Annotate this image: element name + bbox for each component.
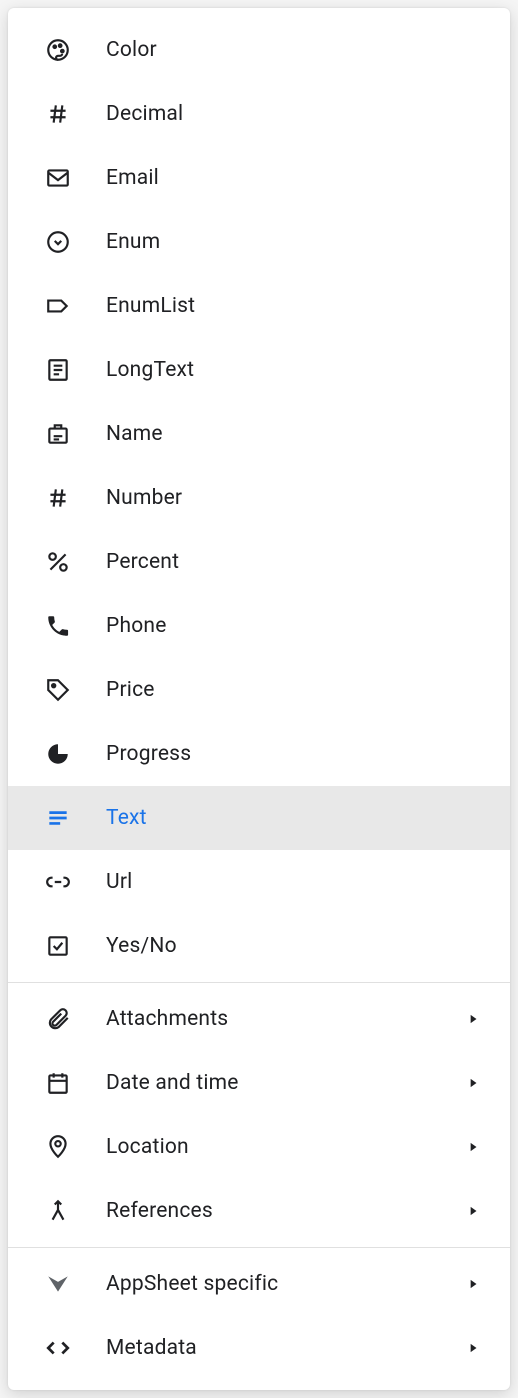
menu-item-text[interactable]: Text xyxy=(8,786,510,850)
percent-icon xyxy=(44,548,72,576)
chevron-right-icon xyxy=(464,1138,482,1156)
menu-item-decimal[interactable]: Decimal xyxy=(8,82,510,146)
type-selector-menu: Color Decimal Email Enum EnumList LongTe… xyxy=(8,8,510,1390)
chevron-right-icon xyxy=(464,1339,482,1357)
chevron-right-icon xyxy=(464,1010,482,1028)
menu-group-datetime[interactable]: Date and time xyxy=(8,1051,510,1115)
menu-item-label: Email xyxy=(106,166,494,190)
menu-item-label: Enum xyxy=(106,230,494,254)
menu-item-label: Location xyxy=(106,1135,464,1159)
menu-item-price[interactable]: Price xyxy=(8,658,510,722)
menu-item-label: Decimal xyxy=(106,102,494,126)
menu-item-label: Number xyxy=(106,486,494,510)
menu-item-progress[interactable]: Progress xyxy=(8,722,510,786)
chevron-right-icon xyxy=(464,1074,482,1092)
pin-icon xyxy=(44,1133,72,1161)
pie-icon xyxy=(44,740,72,768)
link-icon xyxy=(44,868,72,896)
paperclip-icon xyxy=(44,1005,72,1033)
chevron-right-icon xyxy=(464,1275,482,1293)
menu-item-enum[interactable]: Enum xyxy=(8,210,510,274)
menu-item-label: Url xyxy=(106,870,494,894)
document-lines-icon xyxy=(44,356,72,384)
menu-item-label: Percent xyxy=(106,550,494,574)
text-lines-icon xyxy=(44,804,72,832)
menu-item-label: Date and time xyxy=(106,1071,464,1095)
divider xyxy=(8,1247,510,1248)
mail-icon xyxy=(44,164,72,192)
phone-icon xyxy=(44,612,72,640)
menu-item-yesno[interactable]: Yes/No xyxy=(8,914,510,978)
menu-item-name[interactable]: Name xyxy=(8,402,510,466)
code-icon xyxy=(44,1334,72,1362)
divider xyxy=(8,982,510,983)
menu-item-url[interactable]: Url xyxy=(8,850,510,914)
badge-icon xyxy=(44,420,72,448)
menu-item-email[interactable]: Email xyxy=(8,146,510,210)
menu-item-label: Text xyxy=(106,806,494,830)
menu-item-label: Name xyxy=(106,422,494,446)
checkbox-icon xyxy=(44,932,72,960)
menu-item-label: Phone xyxy=(106,614,494,638)
menu-item-label: Progress xyxy=(106,742,494,766)
menu-item-label: Yes/No xyxy=(106,934,494,958)
menu-item-number[interactable]: Number xyxy=(8,466,510,530)
menu-item-label: Price xyxy=(106,678,494,702)
appsheet-icon xyxy=(44,1270,72,1298)
hash-icon xyxy=(44,100,72,128)
palette-icon xyxy=(44,36,72,64)
tag-outline-icon xyxy=(44,292,72,320)
menu-item-phone[interactable]: Phone xyxy=(8,594,510,658)
menu-item-percent[interactable]: Percent xyxy=(8,530,510,594)
menu-group-references[interactable]: References xyxy=(8,1179,510,1243)
menu-item-label: References xyxy=(106,1199,464,1223)
menu-item-enumlist[interactable]: EnumList xyxy=(8,274,510,338)
menu-group-attachments[interactable]: Attachments xyxy=(8,987,510,1051)
price-tag-icon xyxy=(44,676,72,704)
menu-item-label: LongText xyxy=(106,358,494,382)
menu-item-color[interactable]: Color xyxy=(8,18,510,82)
circle-down-icon xyxy=(44,228,72,256)
chevron-right-icon xyxy=(464,1202,482,1220)
merge-icon xyxy=(44,1197,72,1225)
menu-item-longtext[interactable]: LongText xyxy=(8,338,510,402)
menu-item-label: AppSheet specific xyxy=(106,1272,464,1296)
menu-item-label: Attachments xyxy=(106,1007,464,1031)
menu-group-location[interactable]: Location xyxy=(8,1115,510,1179)
calendar-icon xyxy=(44,1069,72,1097)
menu-group-appsheet[interactable]: AppSheet specific xyxy=(8,1252,510,1316)
menu-group-metadata[interactable]: Metadata xyxy=(8,1316,510,1380)
menu-item-label: Metadata xyxy=(106,1336,464,1360)
hash-icon xyxy=(44,484,72,512)
menu-item-label: EnumList xyxy=(106,294,494,318)
menu-item-label: Color xyxy=(106,38,494,62)
